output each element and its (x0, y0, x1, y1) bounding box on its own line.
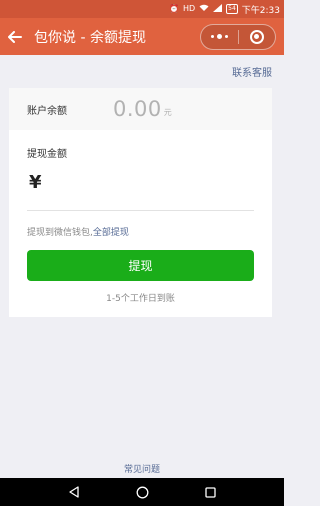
close-button[interactable] (239, 25, 276, 49)
withdraw-card: 账户余额 0.00 元 提现金额 ¥ 提现到微信钱包,全部提现 提现 1-5个工… (9, 88, 272, 317)
target-circle-icon (249, 29, 264, 44)
android-nav-bar (0, 478, 284, 506)
amount-label: 提现金额 (27, 149, 67, 160)
alarm-icon: ⏰ (168, 4, 179, 13)
battery-icon: 54 (226, 4, 238, 14)
balance-value: 0.00 (113, 97, 162, 121)
home-circle-icon[interactable] (127, 478, 157, 506)
back-triangle-icon[interactable] (59, 478, 89, 506)
faq-label[interactable]: 常见问题 (124, 465, 160, 475)
withdraw-hint: 提现到微信钱包,全部提现 (27, 225, 129, 238)
currency-symbol: ¥ (29, 172, 42, 193)
recents-square-icon[interactable] (195, 478, 225, 506)
balance-row: 账户余额 0.00 元 (9, 88, 272, 130)
hd-icon: HD (182, 4, 196, 13)
more-dots-icon (210, 34, 228, 39)
withdraw-all-link[interactable]: 全部提现 (93, 228, 129, 238)
amount-input[interactable] (53, 170, 253, 194)
balance-label: 账户余额 (27, 105, 67, 117)
arrow-left-icon[interactable] (0, 18, 30, 55)
contact-service-link[interactable]: 联系客服 (232, 64, 272, 79)
page-title: 包你说 - 余额提现 (34, 29, 146, 46)
nav-bar: 包你说 - 余额提现 (0, 18, 284, 55)
amount-underline (27, 210, 254, 211)
wifi-icon (199, 4, 209, 14)
arrival-note: 1-5个工作日到账 (106, 294, 175, 304)
signal-icon (213, 4, 223, 14)
more-button[interactable] (201, 25, 238, 49)
balance-unit: 元 (163, 107, 172, 117)
withdraw-button[interactable]: 提现 (27, 250, 254, 281)
faq-link[interactable]: 常见问题 (0, 462, 284, 475)
status-bar: ⏰ HD 54 下午2:33 (0, 0, 284, 18)
status-time: 下午2:33 (241, 5, 280, 16)
mini-program-capsule (200, 23, 276, 50)
withdraw-hint-text: 提现到微信钱包, (27, 228, 93, 238)
